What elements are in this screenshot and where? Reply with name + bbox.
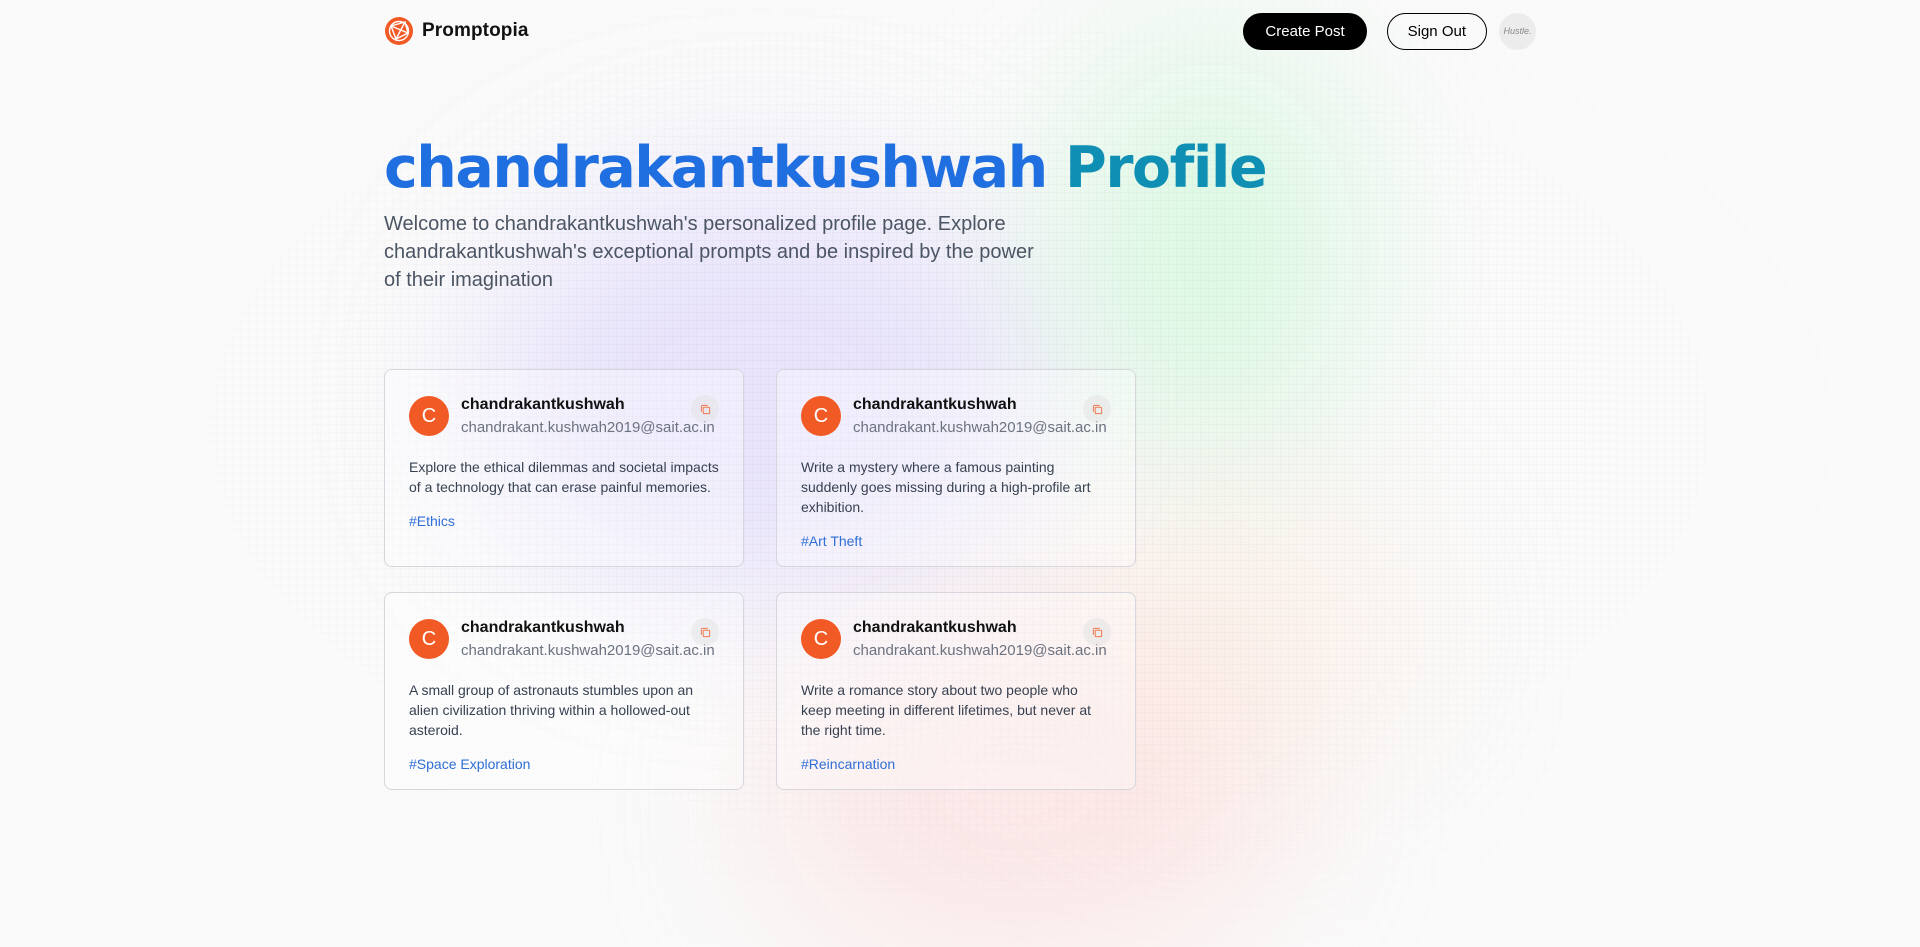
card-prompt-text: Write a romance story about two people w… xyxy=(801,682,1092,738)
copy-icon xyxy=(700,627,710,637)
brand-link[interactable]: Promptopia xyxy=(384,16,529,46)
card-header: C chandrakantkushwah chandrakant.kushwah… xyxy=(409,618,719,661)
prompt-card-list: C chandrakantkushwah chandrakant.kushwah… xyxy=(384,369,1136,790)
top-navbar: Promptopia Create Post Sign Out Hustle. xyxy=(384,12,1536,50)
card-username[interactable]: chandrakantkushwah xyxy=(853,395,1111,415)
card-header: C chandrakantkushwah chandrakant.kushwah… xyxy=(409,395,719,438)
card-email: chandrakant.kushwah2019@sait.ac.in xyxy=(461,419,715,436)
prompt-card: C chandrakantkushwah chandrakant.kushwah… xyxy=(384,592,744,790)
card-tag[interactable]: #Reincarnation xyxy=(801,756,895,772)
page-title: chandrakantkushwah Profile xyxy=(384,130,1284,206)
card-email: chandrakant.kushwah2019@sait.ac.in xyxy=(461,642,715,659)
card-user-info: chandrakantkushwah chandrakant.kushwah20… xyxy=(853,618,1111,661)
card-tag[interactable]: #Art Theft xyxy=(801,533,862,549)
card-username[interactable]: chandrakantkushwah xyxy=(461,618,719,638)
profile-hero: chandrakantkushwah Profile Welcome to ch… xyxy=(384,130,1284,294)
card-email: chandrakant.kushwah2019@sait.ac.in xyxy=(853,642,1107,659)
profile-avatar[interactable]: Hustle. xyxy=(1499,12,1536,50)
card-user-info: chandrakantkushwah chandrakant.kushwah20… xyxy=(461,618,719,661)
card-username[interactable]: chandrakantkushwah xyxy=(461,395,719,415)
card-header: C chandrakantkushwah chandrakant.kushwah… xyxy=(801,395,1111,438)
copy-icon xyxy=(1092,404,1102,414)
card-tag[interactable]: #Space Exploration xyxy=(409,756,530,772)
profile-title-suffix: Profile xyxy=(1065,135,1268,201)
user-avatar[interactable]: C xyxy=(801,619,841,659)
card-username[interactable]: chandrakantkushwah xyxy=(853,618,1111,638)
profile-name: chandrakantkushwah xyxy=(384,135,1048,201)
nav-actions: Create Post Sign Out Hustle. xyxy=(1243,12,1536,50)
card-header: C chandrakantkushwah chandrakant.kushwah… xyxy=(801,618,1111,661)
prompt-card: C chandrakantkushwah chandrakant.kushwah… xyxy=(776,592,1136,790)
copy-button[interactable] xyxy=(691,618,719,646)
card-prompt-text: Explore the ethical dilemmas and societa… xyxy=(409,459,719,495)
user-avatar[interactable]: C xyxy=(801,396,841,436)
copy-button[interactable] xyxy=(1083,395,1111,423)
copy-button[interactable] xyxy=(1083,618,1111,646)
logo-icon xyxy=(385,17,413,45)
card-email: chandrakant.kushwah2019@sait.ac.in xyxy=(853,419,1107,436)
card-prompt-text: Write a mystery where a famous painting … xyxy=(801,459,1091,515)
card-user-info: chandrakantkushwah chandrakant.kushwah20… xyxy=(853,395,1111,438)
copy-icon xyxy=(700,404,710,414)
copy-icon xyxy=(1092,627,1102,637)
copy-button[interactable] xyxy=(691,395,719,423)
create-post-button[interactable]: Create Post xyxy=(1243,12,1367,50)
brand-name: Promptopia xyxy=(422,20,529,41)
prompt-card: C chandrakantkushwah chandrakant.kushwah… xyxy=(384,369,744,567)
card-tag[interactable]: #Ethics xyxy=(409,513,455,529)
user-avatar[interactable]: C xyxy=(409,396,449,436)
user-avatar[interactable]: C xyxy=(409,619,449,659)
card-prompt-text: A small group of astronauts stumbles upo… xyxy=(409,682,694,738)
profile-description: Welcome to chandrakantkushwah's personal… xyxy=(384,213,1034,291)
sign-out-button[interactable]: Sign Out xyxy=(1386,12,1487,50)
prompt-card: C chandrakantkushwah chandrakant.kushwah… xyxy=(776,369,1136,567)
card-user-info: chandrakantkushwah chandrakant.kushwah20… xyxy=(461,395,719,438)
